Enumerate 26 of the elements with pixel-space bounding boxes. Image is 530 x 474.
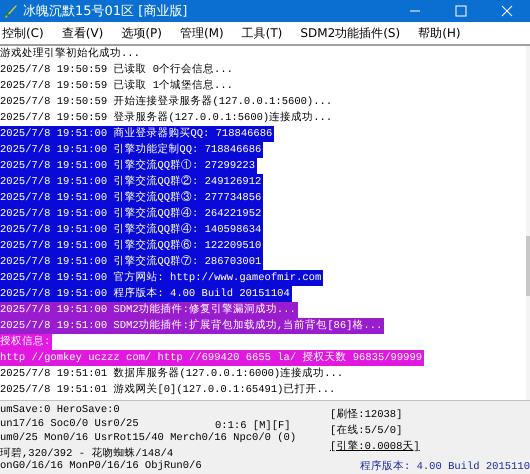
sword-icon xyxy=(3,3,19,19)
status-counter: [引擎:0.0008天] xyxy=(330,440,421,455)
status-text: 0:1:6 [M][F] xyxy=(215,420,291,432)
status-counter: [刷怪:12038] xyxy=(330,408,404,423)
log-line: 2025/7/8 19:50:59 已读取 0个行会信息... xyxy=(0,62,234,78)
status-text: un17/16 Soc0/0 Usr0/25 xyxy=(0,418,139,432)
log-line: 游戏处理引擎初始化成功... xyxy=(0,46,141,62)
menu-item[interactable]: 帮助(H) xyxy=(416,24,465,42)
status-text: um0/25 Mon0/16 UsrRot15/40 Merch0/16 Npc0/0 (0) xyxy=(0,432,296,446)
window-title: 冰魄沉默15号01区 [商业版] xyxy=(23,3,188,20)
menu-item[interactable]: 查看(V) xyxy=(60,24,108,42)
menu-item[interactable]: 管理(M) xyxy=(178,24,228,42)
status-text: onG0/16/16 MonP0/16/16 ObjRun0/6 xyxy=(0,460,202,474)
log-line: 2025/7/8 19:50:59 登录服务器(127.0.0.1:5600)连接成功... xyxy=(0,110,334,126)
status-text: umSave:0 HeroSave:0 xyxy=(0,404,120,418)
status-counter: [在线:5/5/0] xyxy=(330,423,404,439)
log-line: 2025/7/8 19:50:59 已读取 1个城堡信息... xyxy=(0,78,234,94)
menu-item[interactable]: 选项(P) xyxy=(119,24,166,42)
menu-item[interactable]: SDM2功能插件(S) xyxy=(298,24,404,42)
log-line: 2025/7/8 19:51:01 数据库服务器(127.0.0.1:6000)连接成功... xyxy=(0,366,344,382)
status-text: 珂碧,320/392 - 花吻蜘蛛/148/4 xyxy=(0,446,174,460)
log-line: 2025/7/8 19:50:59 开始连接登录服务器(127.0.0.1:5600)... xyxy=(0,94,334,110)
log-line: 2025/7/8 19:51:01 游戏网关[0](127.0.0.1:65491)已打开... xyxy=(0,382,336,398)
menu-item[interactable]: 控制(C) xyxy=(0,24,48,42)
version-text: 程序版本: 4.00 Build 2015110 xyxy=(360,459,530,473)
menu-item[interactable]: 工具(T) xyxy=(240,24,286,42)
